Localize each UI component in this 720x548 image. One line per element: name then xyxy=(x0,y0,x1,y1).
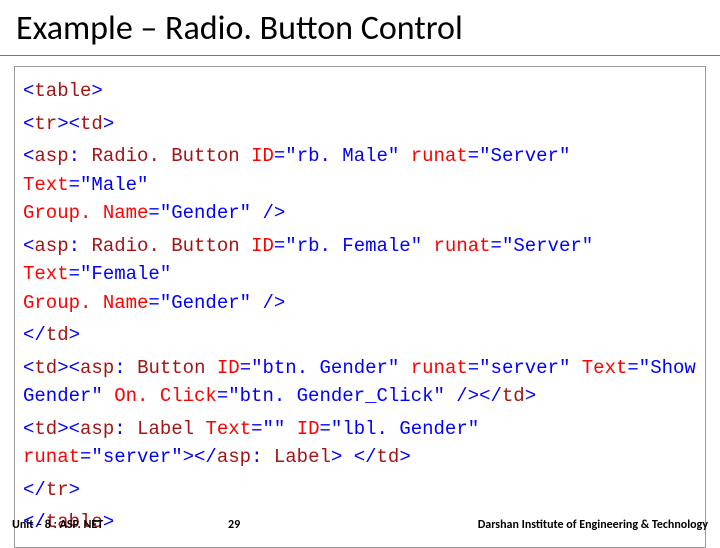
code-token: Text xyxy=(582,357,628,379)
code-token: > xyxy=(525,385,536,407)
code-token: asp xyxy=(34,235,68,257)
code-token: ="" xyxy=(251,418,297,440)
code-token: ="Female" xyxy=(69,263,172,285)
code-token: td xyxy=(34,418,57,440)
code-token: < xyxy=(23,80,34,102)
code-token: runat xyxy=(411,357,468,379)
code-token: : xyxy=(114,357,137,379)
code-line: </td> xyxy=(23,321,697,350)
code-token: ="btn. Gender" xyxy=(240,357,411,379)
code-token: runat xyxy=(411,145,468,167)
slide-title: Example – Radio. Button Control xyxy=(0,0,720,56)
code-token: : xyxy=(69,145,92,167)
code-token: tr xyxy=(46,479,69,501)
code-token: ="Server" xyxy=(468,145,571,167)
code-token: asp xyxy=(217,446,251,468)
code-token: tr xyxy=(34,113,57,135)
code-token: ="Gender" /> xyxy=(148,292,285,314)
footer-page-number: 29 xyxy=(228,518,240,532)
code-token: > xyxy=(399,446,410,468)
code-line: <asp: Radio. Button ID="rb. Female" runa… xyxy=(23,232,697,318)
code-token: td xyxy=(80,113,103,135)
code-token: < xyxy=(23,113,34,135)
footer-org: Darshan Institute of Engineering & Techn… xyxy=(478,518,708,532)
slide-footer: Unit – 8 : ASP. NET 29 Darshan Institute… xyxy=(0,512,720,540)
code-token: ="server" xyxy=(468,357,582,379)
code-token: Label xyxy=(137,418,205,440)
code-token: ="btn. Gender_Click" /></ xyxy=(217,385,502,407)
code-token: table xyxy=(34,80,91,102)
code-token: ="lbl. Gender" xyxy=(320,418,480,440)
code-token: >< xyxy=(57,113,80,135)
code-token: Radio. Button xyxy=(91,235,251,257)
code-token: asp xyxy=(80,357,114,379)
code-token: On. Click xyxy=(114,385,217,407)
code-token: ="Server" xyxy=(491,235,594,257)
code-token: </ xyxy=(23,479,46,501)
code-token: ="Show xyxy=(627,357,695,379)
code-token: ID xyxy=(251,145,274,167)
code-token: Group. Name xyxy=(23,202,148,224)
code-token: > xyxy=(103,113,114,135)
code-token: < xyxy=(23,357,34,379)
code-token: Text xyxy=(23,174,69,196)
code-token: ="Male" xyxy=(69,174,149,196)
code-token: runat xyxy=(23,446,80,468)
code-token: < xyxy=(23,145,34,167)
code-example: <table> <tr><td> <asp: Radio. Button ID=… xyxy=(14,66,706,548)
code-token: < xyxy=(23,418,34,440)
code-token: ="rb. Male" xyxy=(274,145,411,167)
code-token: td xyxy=(46,324,69,346)
code-token: ID xyxy=(217,357,240,379)
code-token: Gender" xyxy=(23,385,114,407)
code-line: </tr> xyxy=(23,476,697,505)
code-token: ID xyxy=(297,418,320,440)
code-line: <td><asp: Button ID="btn. Gender" runat=… xyxy=(23,354,697,411)
code-token: </ xyxy=(23,324,46,346)
code-token: > xyxy=(69,479,80,501)
code-token: >< xyxy=(57,418,80,440)
code-token: td xyxy=(377,446,400,468)
code-token: > </ xyxy=(331,446,377,468)
footer-unit: Unit – 8 : ASP. NET xyxy=(12,518,103,532)
code-line: <tr><td> xyxy=(23,110,697,139)
code-line: <table> xyxy=(23,77,697,106)
code-line: <asp: Radio. Button ID="rb. Male" runat=… xyxy=(23,142,697,228)
code-token: ="Gender" /> xyxy=(148,202,285,224)
code-token: td xyxy=(34,357,57,379)
code-token: >< xyxy=(57,357,80,379)
code-token: ID xyxy=(251,235,274,257)
code-token: Text xyxy=(23,263,69,285)
code-token: ="server"></ xyxy=(80,446,217,468)
code-token: > xyxy=(91,80,102,102)
code-token: asp xyxy=(80,418,114,440)
code-token: : xyxy=(69,235,92,257)
code-token: : xyxy=(251,446,274,468)
code-token: td xyxy=(502,385,525,407)
code-token: Radio. Button xyxy=(91,145,251,167)
code-token: < xyxy=(23,235,34,257)
code-token: Button xyxy=(137,357,217,379)
code-token: asp xyxy=(34,145,68,167)
code-token: Label xyxy=(274,446,331,468)
code-token: runat xyxy=(434,235,491,257)
code-token: Text xyxy=(205,418,251,440)
code-token: ="rb. Female" xyxy=(274,235,434,257)
code-token: Group. Name xyxy=(23,292,148,314)
code-line: <td><asp: Label Text="" ID="lbl. Gender"… xyxy=(23,415,697,472)
code-token: > xyxy=(69,324,80,346)
code-token: : xyxy=(114,418,137,440)
